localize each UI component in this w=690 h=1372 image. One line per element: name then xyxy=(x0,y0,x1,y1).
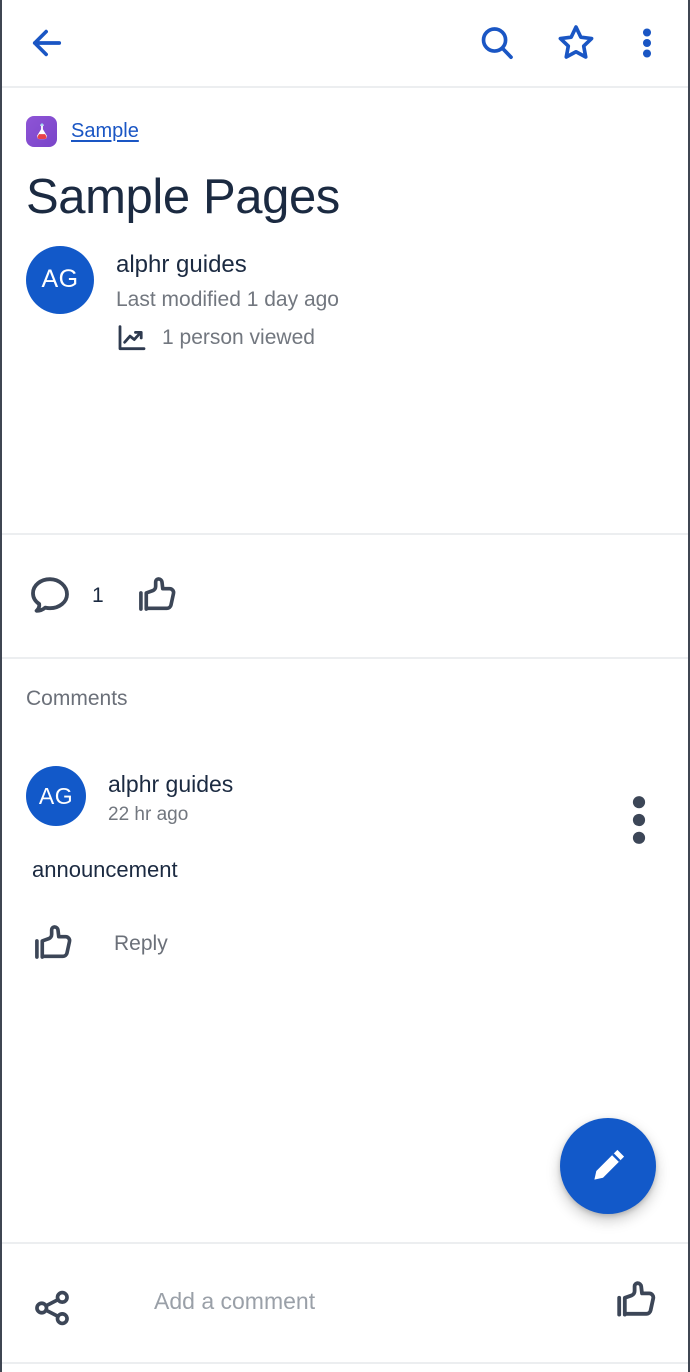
add-comment-input[interactable] xyxy=(74,1287,612,1315)
star-outline-icon xyxy=(558,25,594,59)
analytics-chart-icon xyxy=(118,325,146,351)
comment-item: AG alphr guides 22 hr ago announcement R… xyxy=(26,766,664,967)
comment-like-button[interactable] xyxy=(30,921,76,967)
byline-author: alphr guides xyxy=(116,250,247,278)
comment-count-button[interactable]: 1 xyxy=(26,572,104,620)
edit-fab-button[interactable] xyxy=(560,1118,656,1214)
comment-count: 1 xyxy=(92,584,104,608)
more-vertical-icon xyxy=(632,796,646,845)
comment-author: alphr guides xyxy=(108,771,234,798)
bottom-like-button[interactable] xyxy=(612,1277,660,1325)
back-button[interactable] xyxy=(26,22,68,64)
more-vertical-icon xyxy=(642,28,652,58)
comment-header: AG alphr guides 22 hr ago xyxy=(26,766,664,845)
bottom-bar xyxy=(2,1242,688,1372)
share-icon xyxy=(35,1290,69,1326)
comment-timestamp: 22 hr ago xyxy=(108,804,189,826)
page-root: Sample Sample Pages AG alphr guides Last… xyxy=(0,0,690,1372)
pencil-edit-icon xyxy=(594,1149,625,1180)
flask-icon xyxy=(26,116,57,147)
thumbs-up-icon xyxy=(35,925,72,960)
thumbs-up-icon xyxy=(617,1281,656,1317)
comment-reply-button[interactable]: Reply xyxy=(98,932,168,956)
byline-views-row[interactable]: 1 person viewed xyxy=(116,323,339,353)
page-header-block: Sample Sample Pages AG alphr guides Last… xyxy=(2,88,688,533)
page-byline: AG alphr guides Last modified 1 day ago … xyxy=(26,245,664,353)
comment-meta: alphr guides 22 hr ago xyxy=(108,766,233,826)
search-icon xyxy=(481,27,513,60)
breadcrumb-space-link[interactable]: Sample xyxy=(71,120,139,143)
comment-bubble-icon xyxy=(31,577,69,614)
app-bar-left xyxy=(2,22,68,64)
search-button[interactable] xyxy=(476,22,518,64)
byline-last-modified: Last modified 1 day ago xyxy=(116,288,339,312)
app-bar xyxy=(2,0,688,88)
favorite-button[interactable] xyxy=(554,21,598,65)
comment-avatar[interactable]: AG xyxy=(26,766,86,827)
arrow-left-icon xyxy=(32,29,62,57)
comments-heading: Comments xyxy=(26,687,128,711)
page-like-button[interactable] xyxy=(134,573,180,619)
engagement-bar: 1 xyxy=(2,535,688,657)
comment-overflow-menu-button[interactable] xyxy=(628,792,650,853)
avatar[interactable]: AG xyxy=(26,245,94,314)
overflow-menu-button[interactable] xyxy=(634,22,660,64)
byline-views-text: 1 person viewed xyxy=(162,326,315,350)
flask-glyph xyxy=(36,122,47,139)
page-title: Sample Pages xyxy=(26,170,340,224)
breadcrumb[interactable]: Sample xyxy=(26,88,664,147)
page-content-area xyxy=(26,353,664,533)
share-button[interactable] xyxy=(30,1286,74,1330)
app-bar-actions xyxy=(476,21,688,65)
comment-actions: Reply xyxy=(26,921,664,967)
byline-text: alphr guides Last modified 1 day ago 1 p… xyxy=(116,246,339,353)
thumbs-up-icon xyxy=(138,577,176,612)
comments-section: Comments AG alphr guides 22 hr ago annou… xyxy=(2,659,688,967)
comment-body: announcement xyxy=(32,857,178,883)
